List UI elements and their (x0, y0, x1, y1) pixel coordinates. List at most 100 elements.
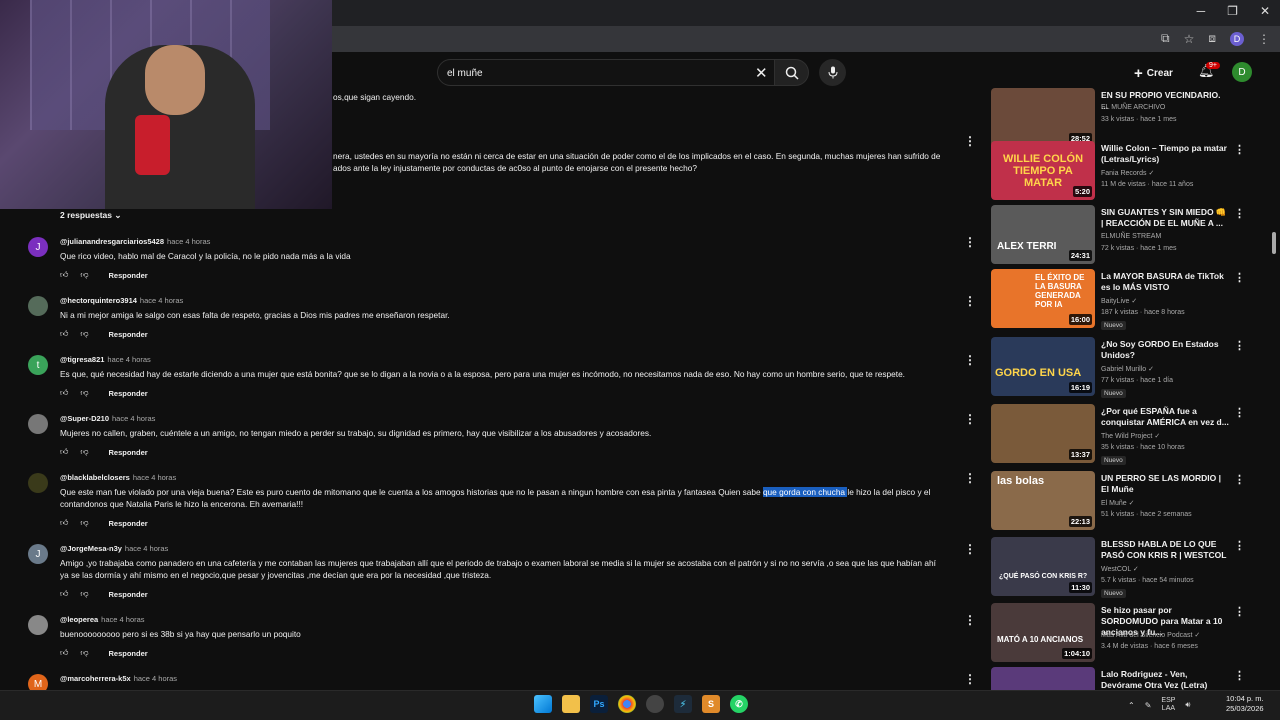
recommendation-item[interactable]: 28:52 EN SU PROPIO VECINDARIO. ... EL MU… (990, 88, 1250, 148)
dislike-icon[interactable]: 👎︎ (80, 518, 88, 528)
comment-time[interactable]: hace 4 horas (107, 355, 150, 364)
comment-menu-icon[interactable]: ⋮ (964, 235, 976, 249)
recommendation-item[interactable]: Lalo Rodriguez - Ven, Devórame Otra Vez … (990, 667, 1250, 691)
comment-avatar[interactable] (28, 296, 48, 316)
channel-name[interactable]: Más Allá del Silencio Podcast ✓ (1101, 631, 1200, 639)
language-indicator[interactable]: ESP LAA (1161, 697, 1175, 713)
author-handle[interactable]: @julianandresgarciarios5428 (60, 237, 164, 246)
comment-avatar[interactable]: J (28, 237, 48, 257)
photoshop-icon[interactable]: Ps (590, 695, 608, 713)
video-title[interactable]: ¿Por qué ESPAÑA fue a conquistar AMÉRICA… (1101, 406, 1229, 428)
obs-icon[interactable] (646, 695, 664, 713)
video-title[interactable]: Willie Colon – Tiempo pa matar (Letras/L… (1101, 143, 1229, 165)
video-menu-icon[interactable]: ⋮ (1234, 143, 1245, 156)
video-menu-icon[interactable]: ⋮ (1234, 271, 1245, 284)
channel-name[interactable]: WestCOL ✓ (1101, 565, 1139, 573)
comment-author[interactable]: @marcoherrera-k5x hace 4 horas (60, 674, 177, 683)
comment-menu-icon[interactable]: ⋮ (964, 412, 976, 426)
channel-name[interactable]: BaityLive ✓ (1101, 297, 1137, 305)
video-thumbnail[interactable]: ALEX TERRI 24:31 (991, 205, 1095, 264)
comment-author[interactable]: @Super-D210 hace 4 horas (60, 414, 155, 423)
like-icon[interactable]: 👍︎ (60, 648, 68, 658)
video-title[interactable]: Lalo Rodriguez - Ven, Devórame Otra Vez … (1101, 669, 1229, 691)
recommendation-item[interactable]: WILLIE COLÓN TIEMPO PA MATAR 5:20 Willie … (990, 141, 1250, 201)
voice-search-button[interactable] (819, 59, 846, 86)
comment-menu-icon[interactable]: ⋮ (964, 613, 976, 627)
comment-menu-icon[interactable]: ⋮ (964, 353, 976, 367)
reply-button[interactable]: Responder (109, 590, 148, 599)
video-thumbnail[interactable]: WILLIE COLÓN TIEMPO PA MATAR 5:20 (991, 141, 1095, 200)
recommendation-item[interactable]: ALEX TERRI 24:31 SIN GUANTES Y SIN MIEDO … (990, 205, 1250, 265)
bookmark-star-icon[interactable]: ☆ (1184, 32, 1195, 46)
like-icon[interactable]: 👍︎ (60, 447, 68, 457)
dislike-icon[interactable]: 👎︎ (80, 388, 88, 398)
dislike-icon[interactable]: 👎︎ (80, 589, 88, 599)
channel-name[interactable]: El Muñe ✓ (1101, 499, 1135, 507)
author-handle[interactable]: @JorgeMesa-n3y (60, 544, 122, 553)
comment-author[interactable]: @julianandresgarciarios5428 hace 4 horas (60, 237, 210, 246)
comment-author[interactable]: @leoperea hace 4 horas (60, 615, 145, 624)
comment-author[interactable]: @blacklabelclosers hace 4 horas (60, 473, 176, 482)
video-thumbnail[interactable]: 13:37 (991, 404, 1095, 463)
recommendation-item[interactable]: GORDO EN USA 16:19 ¿No Soy GORDO En Estad… (990, 337, 1250, 398)
comment-avatar[interactable] (28, 414, 48, 434)
cast-icon[interactable]: ⧉ (1161, 31, 1170, 46)
reply-button[interactable]: Responder (109, 330, 148, 339)
video-thumbnail[interactable]: las bolas 22:13 (991, 471, 1095, 530)
comment-avatar[interactable]: t (28, 355, 48, 375)
video-menu-icon[interactable]: ⋮ (1234, 207, 1245, 220)
comment-time[interactable]: hace 4 horas (134, 674, 177, 683)
chrome-icon[interactable] (618, 695, 636, 713)
comment-time[interactable]: hace 4 horas (125, 544, 168, 553)
account-avatar[interactable]: D (1232, 62, 1252, 82)
video-thumbnail[interactable]: EL ÉXITO DE LA BASURA GENERADA POR IA 16:… (991, 269, 1095, 328)
create-button[interactable]: + Crear (1134, 62, 1173, 84)
comment-avatar[interactable]: J (28, 544, 48, 564)
close-window-button[interactable]: ✕ (1260, 4, 1270, 18)
reply-button[interactable]: Responder (109, 448, 148, 457)
comment-time[interactable]: hace 4 horas (140, 296, 183, 305)
video-menu-icon[interactable]: ⋮ (1234, 669, 1245, 682)
recommendation-item[interactable]: 13:37 ¿Por qué ESPAÑA fue a conquistar A… (990, 404, 1250, 465)
recommendation-item[interactable]: MATÓ A 10 ANCIANOS 1:04:10 Se hizo pasar … (990, 603, 1250, 663)
video-title[interactable]: ¿No Soy GORDO En Estados Unidos? (1101, 339, 1229, 361)
minimize-button[interactable]: ─ (1197, 4, 1206, 18)
comment-time[interactable]: hace 4 horas (133, 473, 176, 482)
pen-icon[interactable]: ✎ (1145, 701, 1152, 710)
video-menu-icon[interactable]: ⋮ (1234, 539, 1245, 552)
video-menu-icon[interactable]: ⋮ (1234, 473, 1245, 486)
author-handle[interactable]: @hectorquintero3914 (60, 296, 137, 305)
restore-button[interactable]: ❐ (1227, 4, 1238, 18)
reply-button[interactable]: Responder (109, 389, 148, 398)
app-icon[interactable]: ⚡︎ (674, 695, 692, 713)
like-icon[interactable]: 👍︎ (60, 518, 68, 528)
comment-author[interactable]: @JorgeMesa-n3y hace 4 horas (60, 544, 168, 553)
video-title[interactable]: SIN GUANTES Y SIN MIEDO 👊 | REACCIÓN DE … (1101, 207, 1229, 229)
file-explorer-icon[interactable] (562, 695, 580, 713)
comment-time[interactable]: hace 4 horas (112, 414, 155, 423)
windows-start-icon[interactable] (534, 695, 552, 713)
comment-author[interactable]: @hectorquintero3914 hace 4 horas (60, 296, 183, 305)
dislike-icon[interactable]: 👎︎ (80, 329, 88, 339)
comment-menu-icon[interactable]: ⋮ (964, 672, 976, 686)
search-button[interactable] (775, 59, 809, 86)
author-handle[interactable]: @leoperea (60, 615, 98, 624)
video-title[interactable]: La MAYOR BASURA de TikTok es lo MÁS VIST… (1101, 271, 1229, 293)
volume-icon[interactable]: 🔊︎ (1185, 700, 1190, 710)
channel-label[interactable]: Más Allá del Silencio Podcast (1101, 632, 1192, 639)
like-icon[interactable]: 👍︎ (60, 270, 68, 280)
comment-avatar[interactable] (28, 473, 48, 493)
author-handle[interactable]: @Super-D210 (60, 414, 109, 423)
comment-time[interactable]: hace 4 horas (167, 237, 210, 246)
channel-label[interactable]: BaityLive (1101, 298, 1129, 305)
video-thumbnail[interactable]: MATÓ A 10 ANCIANOS 1:04:10 (991, 603, 1095, 662)
reply-button[interactable]: Responder (109, 649, 148, 658)
clear-search-icon[interactable]: ✕ (755, 64, 768, 82)
comment-menu-icon[interactable]: ⋮ (964, 471, 976, 485)
extensions-icon[interactable]: ⧈ (1208, 31, 1216, 46)
comment-menu-icon[interactable]: ⋮ (964, 294, 976, 308)
taskbar-clock[interactable]: 10:04 p. m. 25/03/2026 (1226, 694, 1264, 714)
browser-profile-avatar[interactable]: D (1230, 31, 1244, 46)
video-thumbnail[interactable]: 28:52 (991, 88, 1095, 147)
channel-label[interactable]: The Wild Project (1101, 433, 1152, 440)
